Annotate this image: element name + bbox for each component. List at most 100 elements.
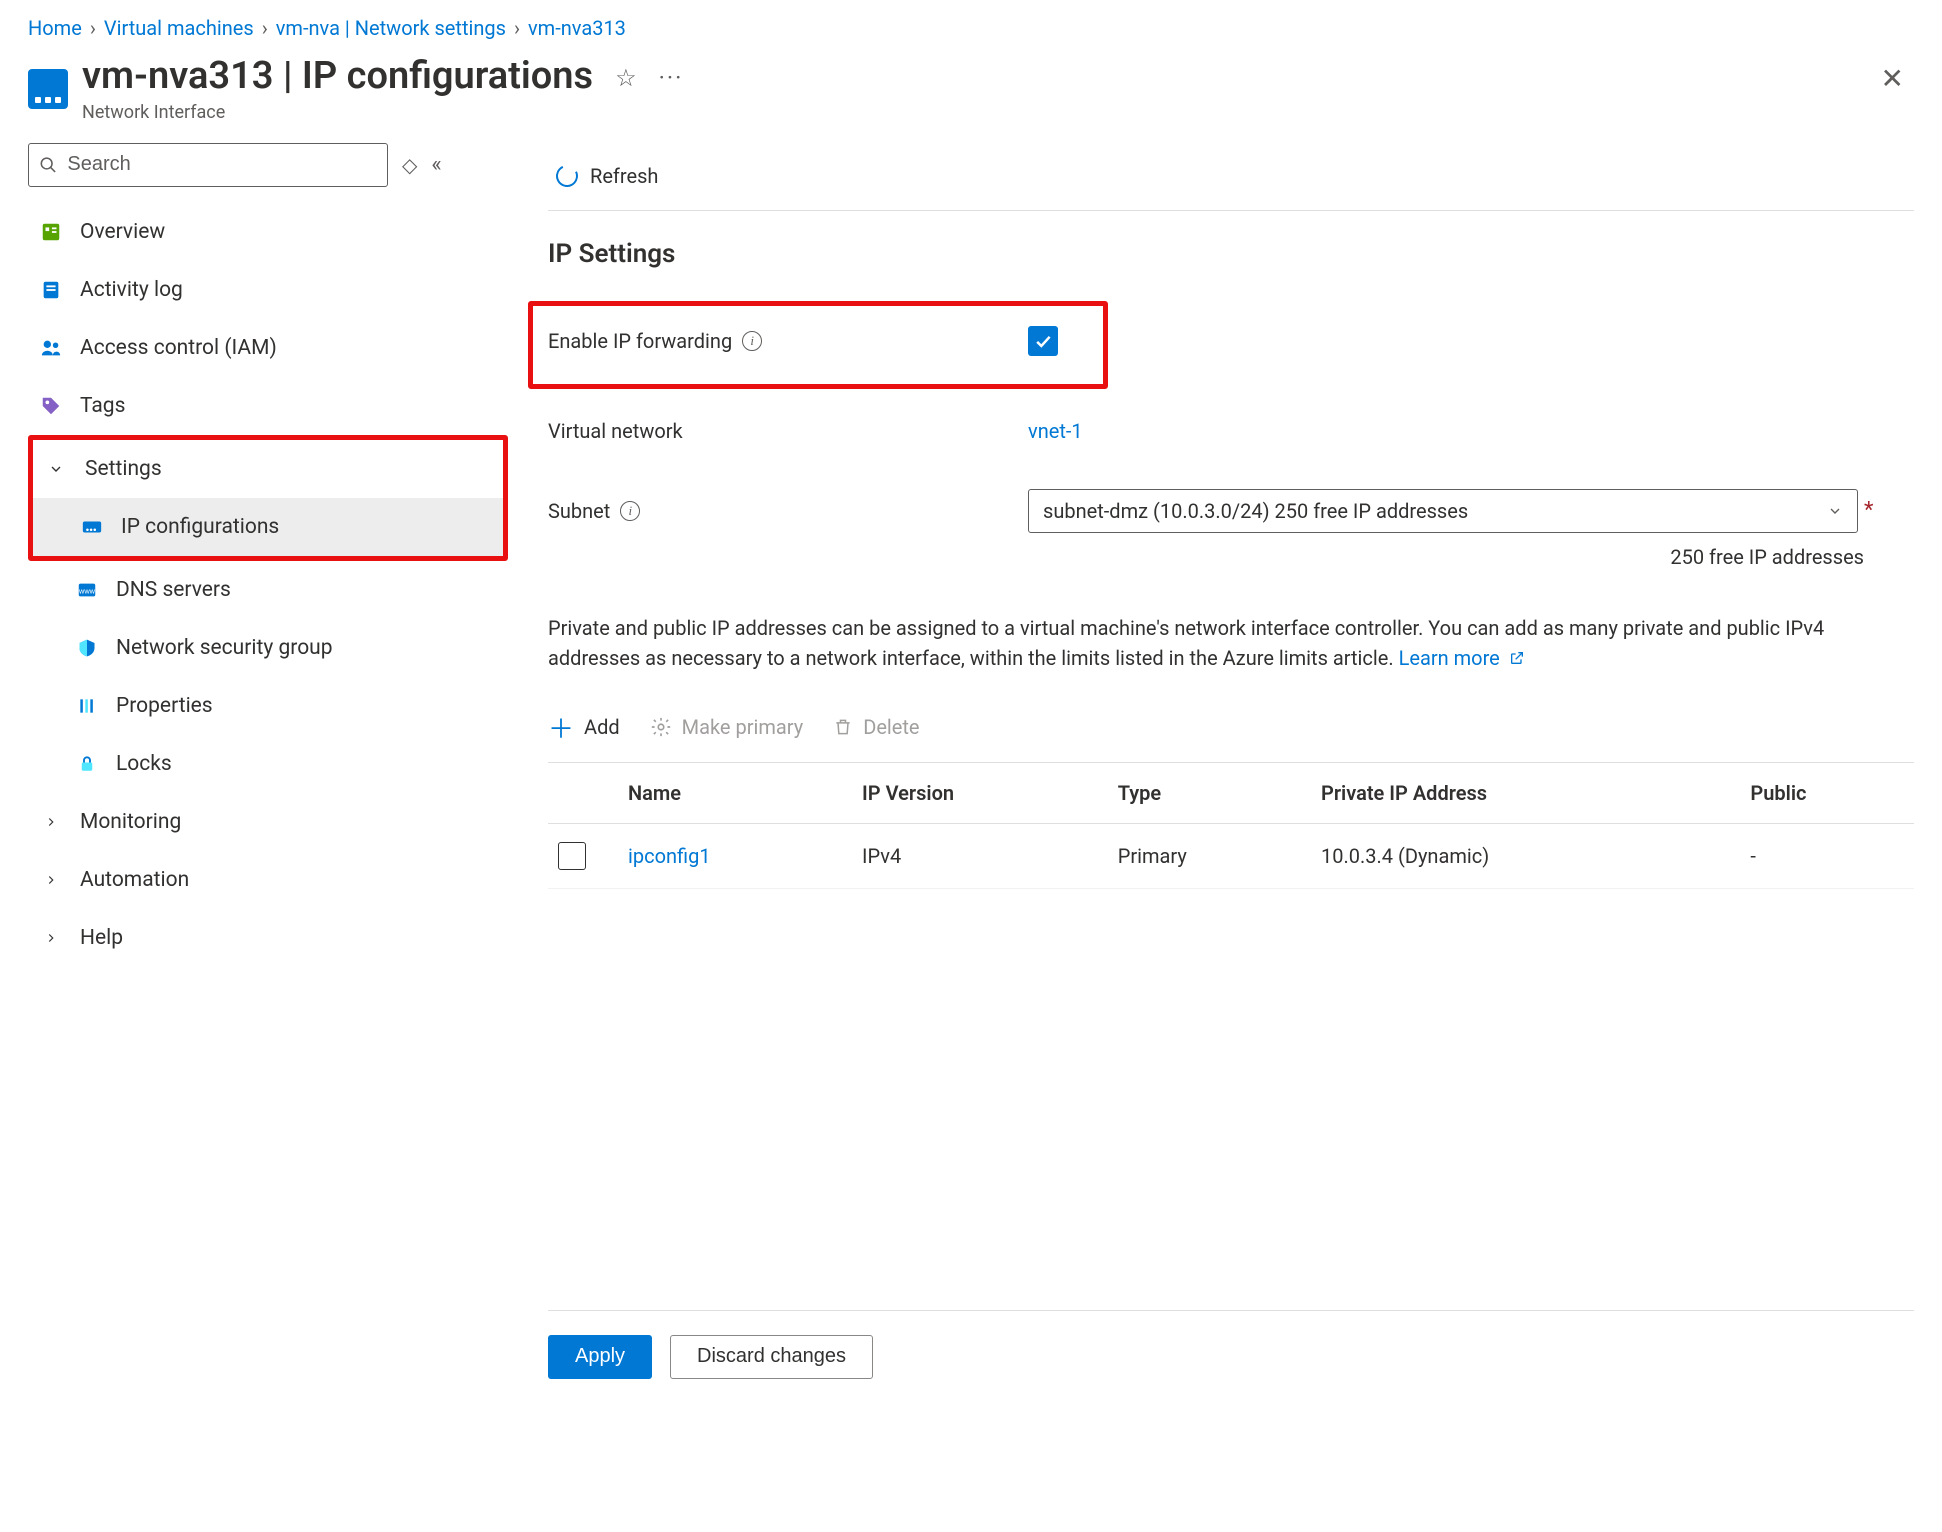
sidebar-item-ip-configurations[interactable]: IP configurations xyxy=(33,498,503,556)
main-content: Refresh IP Settings Enable IP forwarding… xyxy=(508,143,1914,1403)
sidebar-item-label: DNS servers xyxy=(116,578,231,602)
add-button[interactable]: ＋ Add xyxy=(548,709,620,746)
ip-settings-heading: IP Settings xyxy=(548,239,1914,269)
chevron-right-icon xyxy=(38,873,64,887)
learn-more-link[interactable]: Learn more xyxy=(1399,646,1525,670)
sidebar-group-help[interactable]: Help xyxy=(28,909,508,967)
col-name: Name xyxy=(618,762,852,823)
shield-icon xyxy=(74,637,100,659)
discard-button[interactable]: Discard changes xyxy=(670,1335,873,1379)
sidebar-item-label: Locks xyxy=(116,752,172,776)
chevron-right-icon xyxy=(38,815,64,829)
sidebar-item-overview[interactable]: Overview xyxy=(28,203,508,261)
sidebar-group-label: Automation xyxy=(80,868,189,892)
cell-type: Primary xyxy=(1108,823,1311,888)
breadcrumb-current[interactable]: vm-nva313 xyxy=(528,16,626,40)
highlight-settings-group: Settings IP configurations xyxy=(28,435,508,561)
sidebar-item-dns-servers[interactable]: www DNS servers xyxy=(28,561,508,619)
sidebar-item-label: Access control (IAM) xyxy=(80,336,277,360)
enable-ip-forwarding-checkbox[interactable] xyxy=(1028,326,1058,356)
subnet-row: Subnet i subnet-dmz (10.0.3.0/24) 250 fr… xyxy=(548,483,1914,539)
more-actions-icon[interactable]: ··· xyxy=(659,64,684,92)
refresh-label: Refresh xyxy=(590,164,658,188)
overview-icon xyxy=(38,221,64,243)
sidebar-item-label: Tags xyxy=(80,394,125,418)
network-interface-icon xyxy=(28,69,68,109)
info-icon[interactable]: i xyxy=(742,331,762,351)
add-label: Add xyxy=(584,715,620,739)
make-primary-label: Make primary xyxy=(682,715,804,739)
breadcrumb: Home › Virtual machines › vm-nva | Netwo… xyxy=(28,12,1914,56)
breadcrumb-vms[interactable]: Virtual machines xyxy=(104,16,254,40)
external-link-icon xyxy=(1509,650,1525,666)
sidebar-item-label: Overview xyxy=(80,220,165,244)
sidebar-item-properties[interactable]: Properties xyxy=(28,677,508,735)
table-row[interactable]: ipconfig1 IPv4 Primary 10.0.3.4 (Dynamic… xyxy=(548,823,1914,888)
subnet-label: Subnet xyxy=(548,499,610,523)
apply-button[interactable]: Apply xyxy=(548,1335,652,1379)
lock-icon xyxy=(74,753,100,775)
properties-icon xyxy=(74,696,100,716)
delete-button[interactable]: Delete xyxy=(833,715,919,739)
virtual-network-label: Virtual network xyxy=(548,419,683,443)
subnet-selected-value: subnet-dmz (10.0.3.0/24) 250 free IP add… xyxy=(1043,499,1468,523)
sidebar-item-label: Properties xyxy=(116,694,213,718)
col-public: Public xyxy=(1740,762,1914,823)
subnet-dropdown[interactable]: subnet-dmz (10.0.3.0/24) 250 free IP add… xyxy=(1028,489,1858,533)
close-button[interactable]: ✕ xyxy=(1871,56,1914,101)
ip-description: Private and public IP addresses can be a… xyxy=(548,613,1848,673)
sidebar-group-label: Help xyxy=(80,926,123,950)
search-icon xyxy=(39,155,57,175)
chevron-right-icon: › xyxy=(90,16,96,40)
col-private: Private IP Address xyxy=(1311,762,1740,823)
sort-icon[interactable]: ◇ xyxy=(402,153,417,177)
make-primary-button[interactable]: Make primary xyxy=(650,715,804,739)
page-title: vm-nva313 | IP configurations xyxy=(82,56,593,98)
chevron-right-icon: › xyxy=(514,16,520,40)
sidebar-item-iam[interactable]: Access control (IAM) xyxy=(28,319,508,377)
refresh-button[interactable]: Refresh xyxy=(548,164,666,188)
sidebar-group-label: Monitoring xyxy=(80,810,181,834)
plus-icon: ＋ xyxy=(548,709,574,746)
info-icon[interactable]: i xyxy=(620,501,640,521)
ip-description-text: Private and public IP addresses can be a… xyxy=(548,616,1824,670)
breadcrumb-home[interactable]: Home xyxy=(28,16,82,40)
refresh-icon xyxy=(553,162,581,190)
sidebar-group-automation[interactable]: Automation xyxy=(28,851,508,909)
virtual-network-link[interactable]: vnet-1 xyxy=(1028,419,1083,443)
subnet-helper-text: 250 free IP addresses xyxy=(548,545,1864,569)
tag-icon xyxy=(38,395,64,417)
sidebar-group-monitoring[interactable]: Monitoring xyxy=(28,793,508,851)
row-checkbox[interactable] xyxy=(558,842,586,870)
activity-log-icon xyxy=(38,279,64,301)
trash-icon xyxy=(833,716,853,738)
sidebar-item-label: IP configurations xyxy=(121,515,279,539)
required-indicator: * xyxy=(1864,498,1873,523)
sidebar-item-label: Activity log xyxy=(80,278,183,302)
people-icon xyxy=(38,337,64,359)
search-input[interactable] xyxy=(65,152,377,177)
footer-bar: Apply Discard changes xyxy=(548,1310,1914,1403)
favorite-star-icon[interactable]: ☆ xyxy=(615,64,637,92)
ip-config-table: Name IP Version Type Private IP Address … xyxy=(548,762,1914,889)
svg-text:www: www xyxy=(78,586,96,595)
ipconfig-name-link[interactable]: ipconfig1 xyxy=(628,844,711,868)
breadcrumb-network-settings[interactable]: vm-nva | Network settings xyxy=(276,16,506,40)
cell-private: 10.0.3.4 (Dynamic) xyxy=(1311,823,1740,888)
sidebar-item-nsg[interactable]: Network security group xyxy=(28,619,508,677)
sidebar: ◇ « Overview Activity log Access con xyxy=(28,143,508,1403)
chevron-right-icon xyxy=(38,931,64,945)
collapse-sidebar-icon[interactable]: « xyxy=(431,152,441,177)
enable-ip-forwarding-row: Enable IP forwarding i xyxy=(548,313,1914,369)
sidebar-item-tags[interactable]: Tags xyxy=(28,377,508,435)
col-ipversion: IP Version xyxy=(852,762,1108,823)
learn-more-label: Learn more xyxy=(1399,646,1500,670)
sidebar-item-locks[interactable]: Locks xyxy=(28,735,508,793)
chevron-down-icon xyxy=(1827,503,1843,519)
sidebar-group-label: Settings xyxy=(85,457,162,481)
search-box[interactable] xyxy=(28,143,388,187)
sidebar-item-activity-log[interactable]: Activity log xyxy=(28,261,508,319)
sidebar-group-settings[interactable]: Settings xyxy=(33,440,503,498)
enable-ip-forwarding-label: Enable IP forwarding xyxy=(548,329,732,353)
ip-config-icon xyxy=(79,517,105,537)
